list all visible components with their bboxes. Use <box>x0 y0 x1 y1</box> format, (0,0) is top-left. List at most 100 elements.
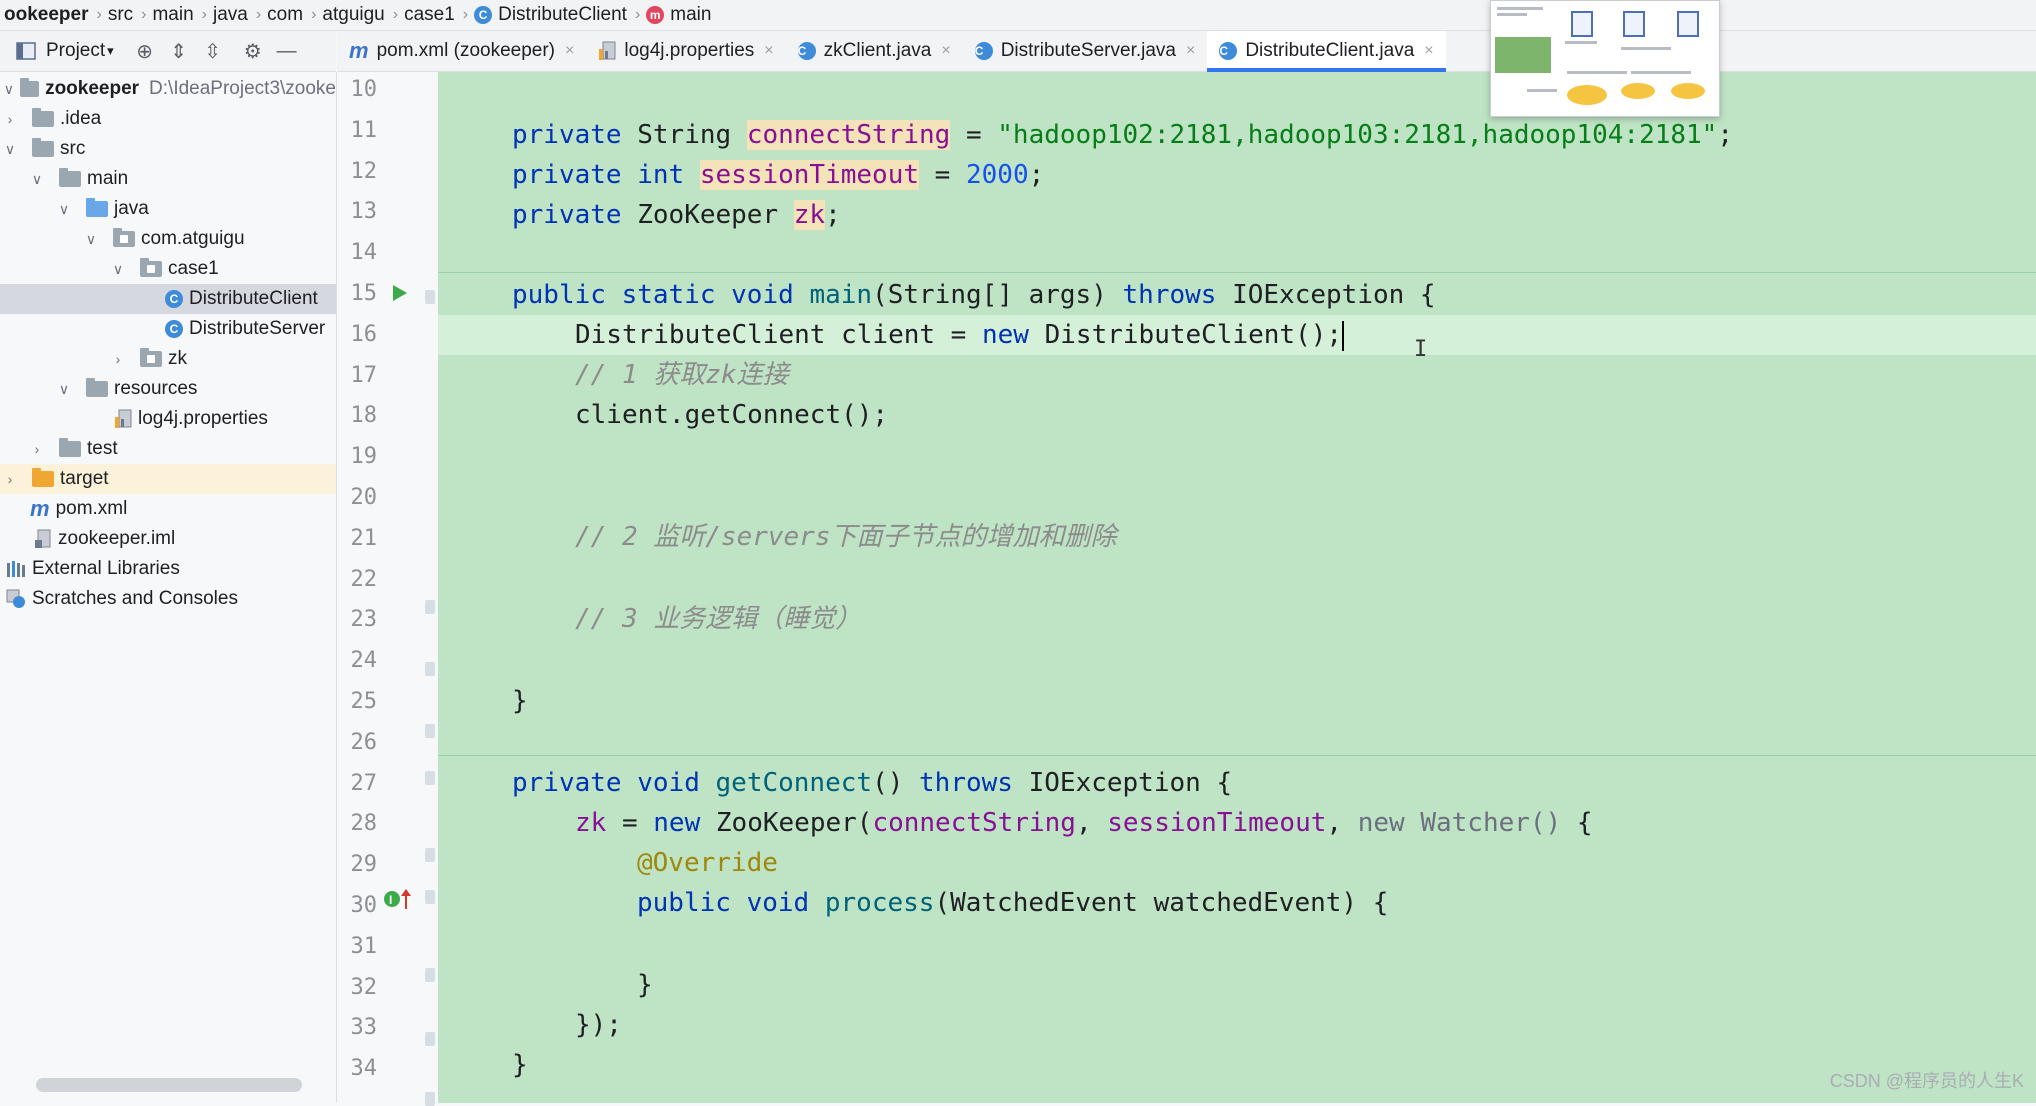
tree-item-java[interactable]: ∨ java <box>0 194 336 224</box>
tree-item-target[interactable]: › target <box>0 464 336 494</box>
breadcrumb-item-case1[interactable]: case1 <box>400 4 461 26</box>
breadcrumb-item-src[interactable]: src <box>104 4 139 26</box>
chevron-down-icon[interactable]: ∨ <box>0 81 18 98</box>
breadcrumb-item-method[interactable]: m main <box>642 4 717 26</box>
line-number: 18 <box>350 403 378 429</box>
tree-item-main[interactable]: ∨ main <box>0 164 336 194</box>
module-file-icon <box>34 529 52 549</box>
horizontal-scrollbar[interactable] <box>36 1078 302 1092</box>
tree-item-pom-xml[interactable]: m pom.xml <box>0 494 336 524</box>
gear-icon[interactable]: ⚙ <box>236 34 270 68</box>
tab-log4j-properties[interactable]: log4j.properties × <box>586 31 785 71</box>
line-number: 13 <box>350 199 378 225</box>
chevron-down-icon[interactable]: ∨ <box>81 231 101 248</box>
chevron-down-icon[interactable]: ∨ <box>54 201 74 218</box>
close-icon[interactable]: × <box>764 42 773 60</box>
breadcrumb-item-main[interactable]: main <box>148 4 199 26</box>
breadcrumb-item-java[interactable]: java <box>209 4 254 26</box>
line-number: 34 <box>350 1056 378 1082</box>
tree-item-log4j-properties[interactable]: log4j.properties <box>0 404 336 434</box>
chevron-down-icon[interactable]: ∨ <box>27 171 47 188</box>
chevron-right-icon[interactable]: › <box>108 351 128 367</box>
tree-item-src[interactable]: ∨ src <box>0 134 336 164</box>
fold-marker-icon[interactable] <box>425 848 435 862</box>
tree-item-resources[interactable]: ∨ resources <box>0 374 336 404</box>
fold-marker-icon[interactable] <box>425 600 435 614</box>
svg-text:I: I <box>389 893 392 907</box>
tab-zkclient-java[interactable]: C zkClient.java × <box>786 31 963 71</box>
line-number: 20 <box>350 485 378 510</box>
breadcrumb-item-class[interactable]: C DistributeClient <box>470 4 633 26</box>
fold-marker-icon[interactable] <box>425 1092 435 1106</box>
tree-item-zk[interactable]: › zk <box>0 344 336 374</box>
fold-marker-icon[interactable] <box>425 968 435 982</box>
chevron-right-icon[interactable]: › <box>27 441 47 457</box>
chevron-down-icon[interactable]: ∨ <box>0 141 20 158</box>
chevron-right-icon: › <box>462 6 469 23</box>
line-number: 12 <box>350 158 378 184</box>
breadcrumb-item-atguigu[interactable]: atguigu <box>318 4 390 26</box>
tree-item-idea[interactable]: › .idea <box>0 104 336 134</box>
class-icon: C <box>1219 42 1238 60</box>
line-number: 14 <box>350 240 378 266</box>
fold-marker-icon[interactable] <box>425 771 435 785</box>
resources-folder-icon <box>86 378 108 397</box>
line-number: 33 <box>350 1015 378 1041</box>
maven-icon: m <box>30 496 50 521</box>
fold-marker-icon[interactable] <box>425 724 435 738</box>
chevron-right-icon: › <box>311 6 317 23</box>
diagram-thumbnail[interactable] <box>1490 0 1720 117</box>
tree-item-project-root[interactable]: ∨ zookeeper D:\IdeaProject3\zooke <box>0 74 336 104</box>
tree-item-test[interactable]: › test <box>0 434 336 464</box>
tab-distributeclient-java[interactable]: C DistributeClient.java × <box>1207 31 1446 72</box>
line-number: 29 <box>350 852 378 878</box>
close-icon[interactable]: × <box>1424 42 1433 60</box>
chevron-right-icon[interactable]: › <box>0 111 20 127</box>
close-icon[interactable]: × <box>565 42 574 60</box>
tree-item-zookeeper-iml[interactable]: zookeeper.iml <box>0 524 336 554</box>
source-folder-icon <box>86 198 108 217</box>
properties-icon <box>114 409 132 429</box>
fold-marker-icon[interactable] <box>425 290 435 304</box>
code-editor[interactable]: private String connectString = "hadoop10… <box>438 72 2036 1103</box>
run-icon[interactable] <box>391 283 409 308</box>
code-line-29: @Override <box>637 848 778 878</box>
code-line-12: private int sessionTimeout = 2000; <box>512 160 1045 190</box>
close-icon[interactable]: × <box>1186 42 1195 60</box>
code-line-34: } <box>512 1050 528 1080</box>
folder-icon <box>32 108 54 127</box>
code-line-15: public static void main(String[] args) t… <box>512 280 1436 310</box>
breadcrumb-item-project[interactable]: ookeeper <box>0 4 94 26</box>
collapse-all-icon[interactable]: ⇳ <box>196 34 230 68</box>
tree-item-case1[interactable]: ∨ case1 <box>0 254 336 284</box>
chevron-right-icon: › <box>96 6 102 23</box>
line-number: 23 <box>350 607 378 633</box>
fold-marker-icon[interactable] <box>425 662 435 676</box>
maven-icon: m <box>349 38 369 63</box>
tree-item-distributeserver[interactable]: C DistributeServer <box>0 314 336 344</box>
expand-all-icon[interactable]: ⇕ <box>162 34 196 68</box>
tree-item-package[interactable]: ∨ com.atguigu <box>0 224 336 254</box>
code-line-11: private String connectString = "hadoop10… <box>512 120 1733 150</box>
line-number: 27 <box>350 770 378 796</box>
breadcrumb-item-com[interactable]: com <box>263 4 309 26</box>
tab-pom-xml[interactable]: m pom.xml (zookeeper) × <box>337 31 586 71</box>
project-view-selector[interactable]: Project ▾ <box>46 40 114 62</box>
line-number: 11 <box>350 117 378 143</box>
chevron-down-icon[interactable]: ∨ <box>54 381 74 398</box>
library-icon <box>6 560 26 578</box>
tab-distributeserver-java[interactable]: C DistributeServer.java × <box>963 31 1208 71</box>
fold-marker-icon[interactable] <box>425 890 435 904</box>
locate-icon[interactable]: ⊕ <box>128 34 162 68</box>
close-icon[interactable]: × <box>941 42 950 60</box>
implements-icon[interactable]: I <box>383 887 413 916</box>
line-number: 32 <box>350 974 378 1000</box>
chevron-down-icon[interactable]: ∨ <box>108 261 128 278</box>
tree-item-scratches-consoles[interactable]: Scratches and Consoles <box>0 584 336 614</box>
tree-item-distributeclient[interactable]: C DistributeClient <box>0 284 336 314</box>
hide-icon[interactable]: — <box>270 34 304 68</box>
tree-item-external-libraries[interactable]: External Libraries <box>0 554 336 584</box>
chevron-right-icon[interactable]: › <box>0 471 20 487</box>
code-line-23: // 3 业务逻辑（睡觉） <box>575 604 862 634</box>
fold-marker-icon[interactable] <box>425 1032 435 1046</box>
